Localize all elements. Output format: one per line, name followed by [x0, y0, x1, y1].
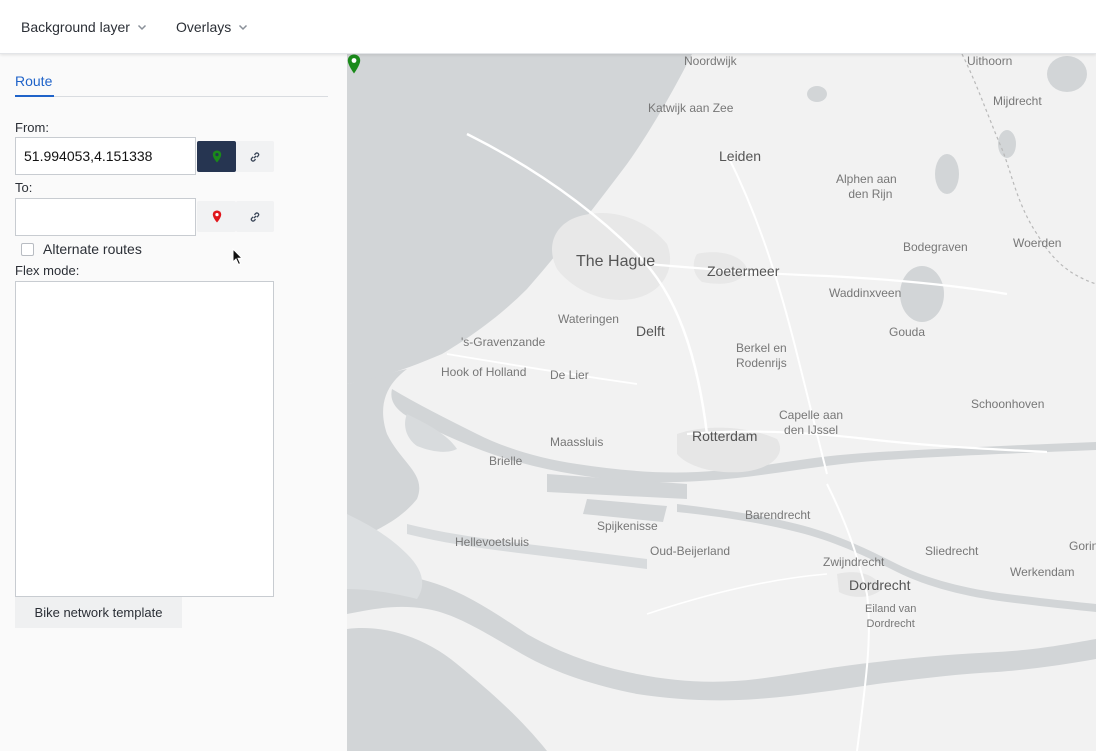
- place-hellevoetsluis: Hellevoetsluis: [455, 535, 530, 549]
- bike-network-template-button[interactable]: Bike network template: [15, 597, 182, 628]
- place-gouda: Gouda: [889, 325, 926, 339]
- place-alphen-line2: den Rijn: [848, 187, 893, 201]
- place-dordrecht: Dordrecht: [849, 577, 911, 593]
- start-marker-icon[interactable]: [347, 54, 361, 74]
- place-de-lier: De Lier: [550, 368, 589, 382]
- map-pin-green-icon: [212, 150, 221, 163]
- place-woerden: Woerden: [1013, 236, 1062, 250]
- to-link-button[interactable]: [236, 201, 274, 232]
- place-gorinchem: Gorin: [1069, 539, 1096, 553]
- flex-mode-textarea[interactable]: [15, 281, 274, 597]
- place-eiland-line1: Eiland van: [865, 603, 917, 615]
- alternate-routes-label[interactable]: Alternate routes: [43, 241, 142, 257]
- from-label: From:: [15, 120, 49, 135]
- place-hook-of-holland: Hook of Holland: [441, 365, 527, 379]
- tab-active-indicator: [15, 95, 54, 97]
- place-uithoorn: Uithoorn: [967, 54, 1013, 68]
- flex-mode-label: Flex mode:: [15, 263, 80, 278]
- chevron-down-icon: [137, 24, 146, 31]
- place-zoetermeer: Zoetermeer: [707, 263, 780, 279]
- place-wateringen: Wateringen: [558, 312, 619, 326]
- place-mijdrecht: Mijdrecht: [993, 94, 1042, 108]
- place-bodegraven: Bodegraven: [903, 240, 968, 254]
- place-rotterdam: Rotterdam: [692, 428, 758, 444]
- mouse-cursor-icon: [232, 248, 244, 266]
- place-the-hague: The Hague: [576, 253, 656, 270]
- place-maassluis: Maassluis: [550, 435, 604, 449]
- place-gravenzande: 's-Gravenzande: [461, 335, 546, 349]
- from-input[interactable]: 51.994053,4.151338: [15, 137, 196, 175]
- place-alphen-line1: Alphen aan: [836, 172, 897, 186]
- tab-route[interactable]: Route: [15, 73, 52, 89]
- place-oud-beijerland: Oud-Beijerland: [650, 544, 731, 558]
- place-spijkenisse: Spijkenisse: [597, 519, 658, 533]
- to-input[interactable]: [15, 198, 196, 236]
- pick-end-button[interactable]: [197, 201, 236, 232]
- chevron-down-icon: [239, 24, 248, 31]
- alternate-routes-checkbox[interactable]: [21, 243, 34, 256]
- overlays-menu[interactable]: Overlays: [176, 17, 248, 37]
- place-brielle: Brielle: [489, 454, 523, 468]
- background-layer-menu[interactable]: Background layer: [21, 17, 147, 37]
- place-werkendam: Werkendam: [1010, 565, 1075, 579]
- place-noordwijk: Noordwijk: [684, 54, 737, 68]
- place-zwijndrecht: Zwijndrecht: [823, 555, 885, 569]
- place-alphen: Alphen aan den Rijn: [836, 172, 897, 202]
- top-bar: Background layer Overlays: [0, 0, 1096, 54]
- place-leiden: Leiden: [719, 148, 762, 164]
- place-barendrecht: Barendrecht: [745, 508, 811, 522]
- map-view[interactable]: Noordwijk Uithoorn Mijdrecht Katwijk aan…: [347, 54, 1096, 751]
- map-pin-red-icon: [212, 210, 221, 223]
- pick-start-button[interactable]: [197, 141, 236, 172]
- from-link-button[interactable]: [236, 141, 274, 172]
- place-eiland-van-dordrecht: Eiland van Dordrecht: [865, 602, 916, 632]
- background-layer-label: Background layer: [21, 19, 130, 35]
- link-icon: [250, 211, 260, 222]
- place-eiland-line2: Dordrecht: [866, 618, 915, 630]
- to-label: To:: [15, 180, 33, 195]
- link-icon: [250, 151, 260, 162]
- place-berkel-line1: Berkel en: [736, 341, 787, 355]
- sidebar: Route From: 51.994053,4.151338 To: Alter…: [0, 54, 347, 751]
- place-waddinxveen: Waddinxveen: [829, 286, 902, 300]
- place-berkel-line2: Rodenrijs: [736, 356, 787, 370]
- place-sliedrecht: Sliedrecht: [925, 544, 979, 558]
- place-capelle-line2: den IJssel: [784, 423, 839, 437]
- place-katwijk: Katwijk aan Zee: [648, 101, 734, 115]
- place-capelle: Capelle aan den IJssel: [779, 408, 843, 438]
- overlays-label: Overlays: [176, 19, 232, 35]
- place-delft: Delft: [636, 323, 665, 339]
- place-schoonhoven: Schoonhoven: [971, 397, 1045, 411]
- place-berkel: Berkel en Rodenrijs: [736, 341, 787, 371]
- tab-divider: [15, 96, 328, 97]
- place-capelle-line1: Capelle aan: [779, 408, 844, 422]
